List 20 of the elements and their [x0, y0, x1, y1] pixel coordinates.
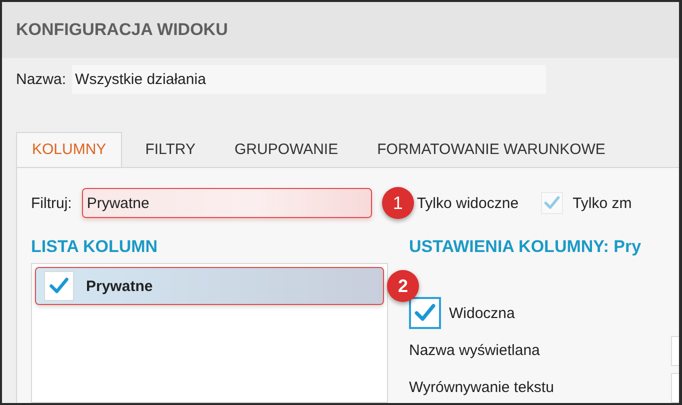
- callout-badge: 2: [387, 270, 419, 302]
- check-icon: [542, 194, 561, 212]
- callout-badge: 1: [382, 187, 414, 219]
- filter-field[interactable]: Prywatne: [82, 188, 372, 218]
- section-heading: LISTA KOLUMN: [31, 237, 159, 257]
- checkbox[interactable]: [409, 297, 441, 329]
- tab[interactable]: FILTRY: [129, 132, 212, 167]
- name-field[interactable]: Wszystkie działania: [72, 65, 546, 94]
- name-label: Nazwa:: [16, 71, 66, 88]
- checkbox-label: Tylko zm: [572, 194, 632, 212]
- field-label: Nazwa wyświetlana: [409, 342, 541, 359]
- field-label: Wyrównywanie tekstu: [409, 379, 555, 396]
- dialog-title: KONFIGURACJA WIDOKU: [16, 20, 228, 40]
- filter-label: Filtruj:: [31, 194, 72, 212]
- tab[interactable]: GRUPOWANIE: [218, 132, 354, 167]
- item-label: Prywatne: [86, 278, 153, 294]
- tab[interactable]: FORMATOWANIE WARUNKOWE: [361, 132, 622, 167]
- checkbox-label: Tylko widoczne: [416, 194, 519, 212]
- section-heading: USTAWIENIA KOLUMNY: Pry: [409, 237, 642, 257]
- checkbox-label: Widoczna: [449, 304, 515, 322]
